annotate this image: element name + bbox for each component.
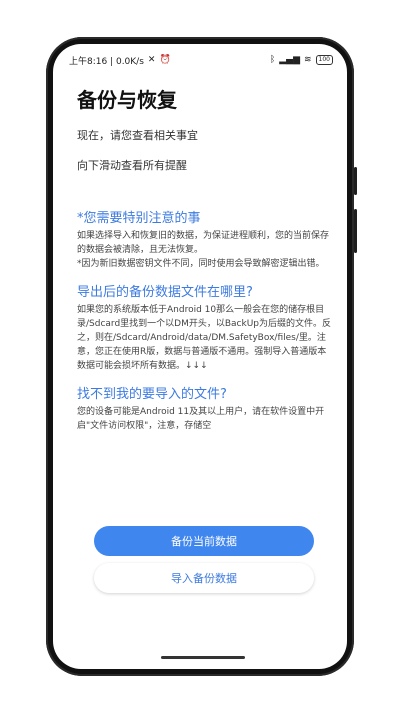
section-body-missing: 您的设备可能是Android 11及其以上用户，请在软件设置中开启"文件访问权限… bbox=[77, 407, 325, 431]
status-bar: 上午8:16 | 0.0K/s ✕ ⏰ ᛒ ▂▄▆ ≋ 100 bbox=[69, 52, 333, 68]
subtitle-2: 向下滑动查看所有提醒 bbox=[77, 159, 187, 172]
subtitle-1: 现在，请您查看相关事宜 bbox=[77, 129, 198, 142]
screen: 上午8:16 | 0.0K/s ✕ ⏰ ᛒ ▂▄▆ ≋ 100 备份与恢复 现在… bbox=[53, 44, 347, 669]
section-heading-missing: 找不到我的要导入的文件? bbox=[77, 387, 227, 402]
battery-icon: 100 bbox=[315, 55, 333, 65]
mute-icon: ✕ bbox=[147, 54, 156, 65]
header: 备份与恢复 现在，请您查看相关事宜 向下滑动查看所有提醒 bbox=[77, 84, 331, 187]
page-title: 备份与恢复 bbox=[77, 88, 177, 112]
signal-icon: ▂▄▆ bbox=[279, 54, 300, 65]
wifi-icon: ≋ bbox=[304, 54, 312, 65]
bluetooth-icon: ᛒ bbox=[269, 54, 276, 65]
notice-scroll-area[interactable]: *您需要特别注意的事 如果选择导入和恢复旧的数据，为保证进程顺利，您的当前保存的… bbox=[77, 207, 333, 487]
phone-frame: 上午8:16 | 0.0K/s ✕ ⏰ ᛒ ▂▄▆ ≋ 100 备份与恢复 现在… bbox=[46, 37, 357, 676]
section-text-attention: 如果选择导入和恢复旧的数据，为保证进程顺利，您的当前保存的数据会被清除，且无法恢… bbox=[77, 231, 330, 255]
power-button bbox=[354, 209, 357, 253]
status-time: 上午8:16 | 0.0K/s bbox=[69, 56, 144, 67]
section-heading-attention: *您需要特别注意的事 bbox=[77, 211, 201, 226]
section-heading-location: 导出后的备份数据文件在哪里? bbox=[77, 285, 253, 300]
alarm-icon: ⏰ bbox=[159, 54, 171, 65]
import-button[interactable]: 导入备份数据 bbox=[94, 563, 314, 593]
section-body-attention: 如果选择导入和恢复旧的数据，为保证进程顺利，您的当前保存的数据会被清除，且无法恢… bbox=[77, 229, 333, 271]
backup-button[interactable]: 备份当前数据 bbox=[94, 526, 314, 556]
gesture-nav-bar[interactable] bbox=[161, 656, 245, 659]
volume-button bbox=[354, 167, 357, 195]
section-body-location: 如果您的系统版本低于Android 10那么一般会在您的储存根目录/Sdcard… bbox=[77, 305, 332, 371]
section-note-attention: *因为新旧数据密钥文件不同，同时使用会导致解密逻辑出错。 bbox=[77, 259, 325, 269]
